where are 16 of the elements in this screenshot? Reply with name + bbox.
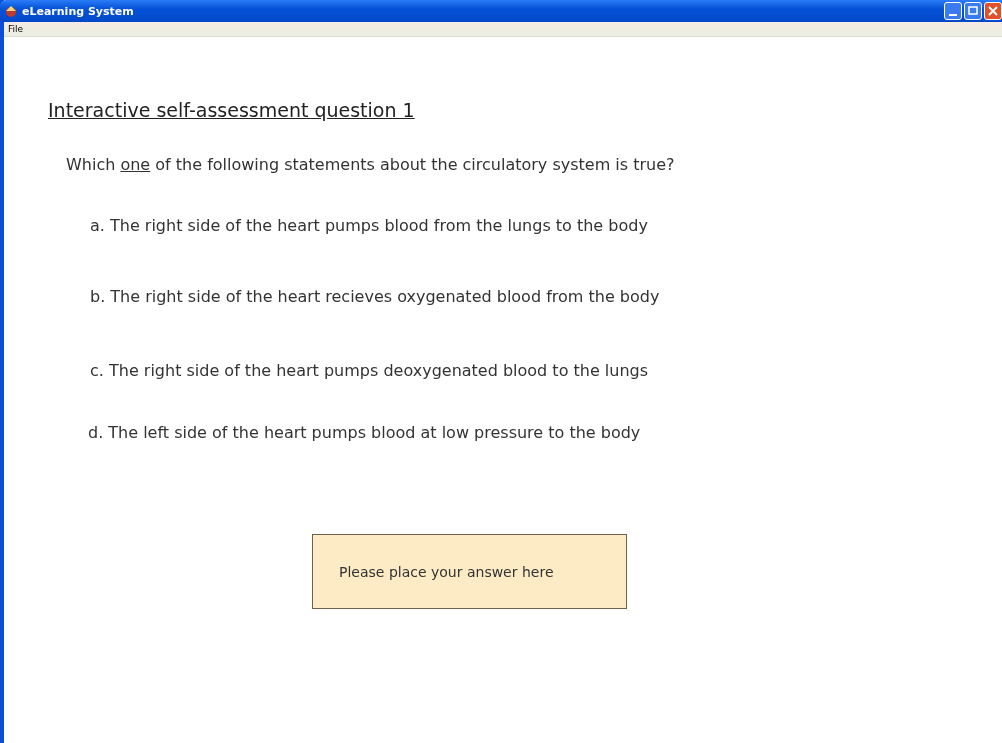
question-text: Which one of the following statements about the circulatory system is true?: [66, 155, 676, 174]
window-title: eLearning System: [22, 4, 134, 18]
question-heading: Interactive self-assessment question 1: [48, 99, 415, 121]
answer-option: d. The left side of the heart pumps blood at low pressure to the body: [88, 423, 1002, 442]
close-button[interactable]: [984, 2, 1002, 20]
minimize-icon: [949, 14, 957, 16]
minimize-button[interactable]: [944, 2, 962, 20]
answer-box[interactable]: Please place your answer here: [312, 534, 627, 609]
answer-option: c. The right side of the heart pumps deoxygenated blood to the lungs: [90, 361, 1002, 380]
close-icon: [987, 5, 999, 17]
maximize-icon: [967, 5, 979, 17]
answer-option: a. The right side of the heart pumps blood from the lungs to the body: [90, 216, 1002, 235]
app-icon: [4, 4, 18, 18]
maximize-button[interactable]: [964, 2, 982, 20]
answer-option: b. The right side of the heart recieves oxygenated blood from the body: [90, 287, 1002, 306]
menu-item[interactable]: File: [4, 24, 28, 34]
